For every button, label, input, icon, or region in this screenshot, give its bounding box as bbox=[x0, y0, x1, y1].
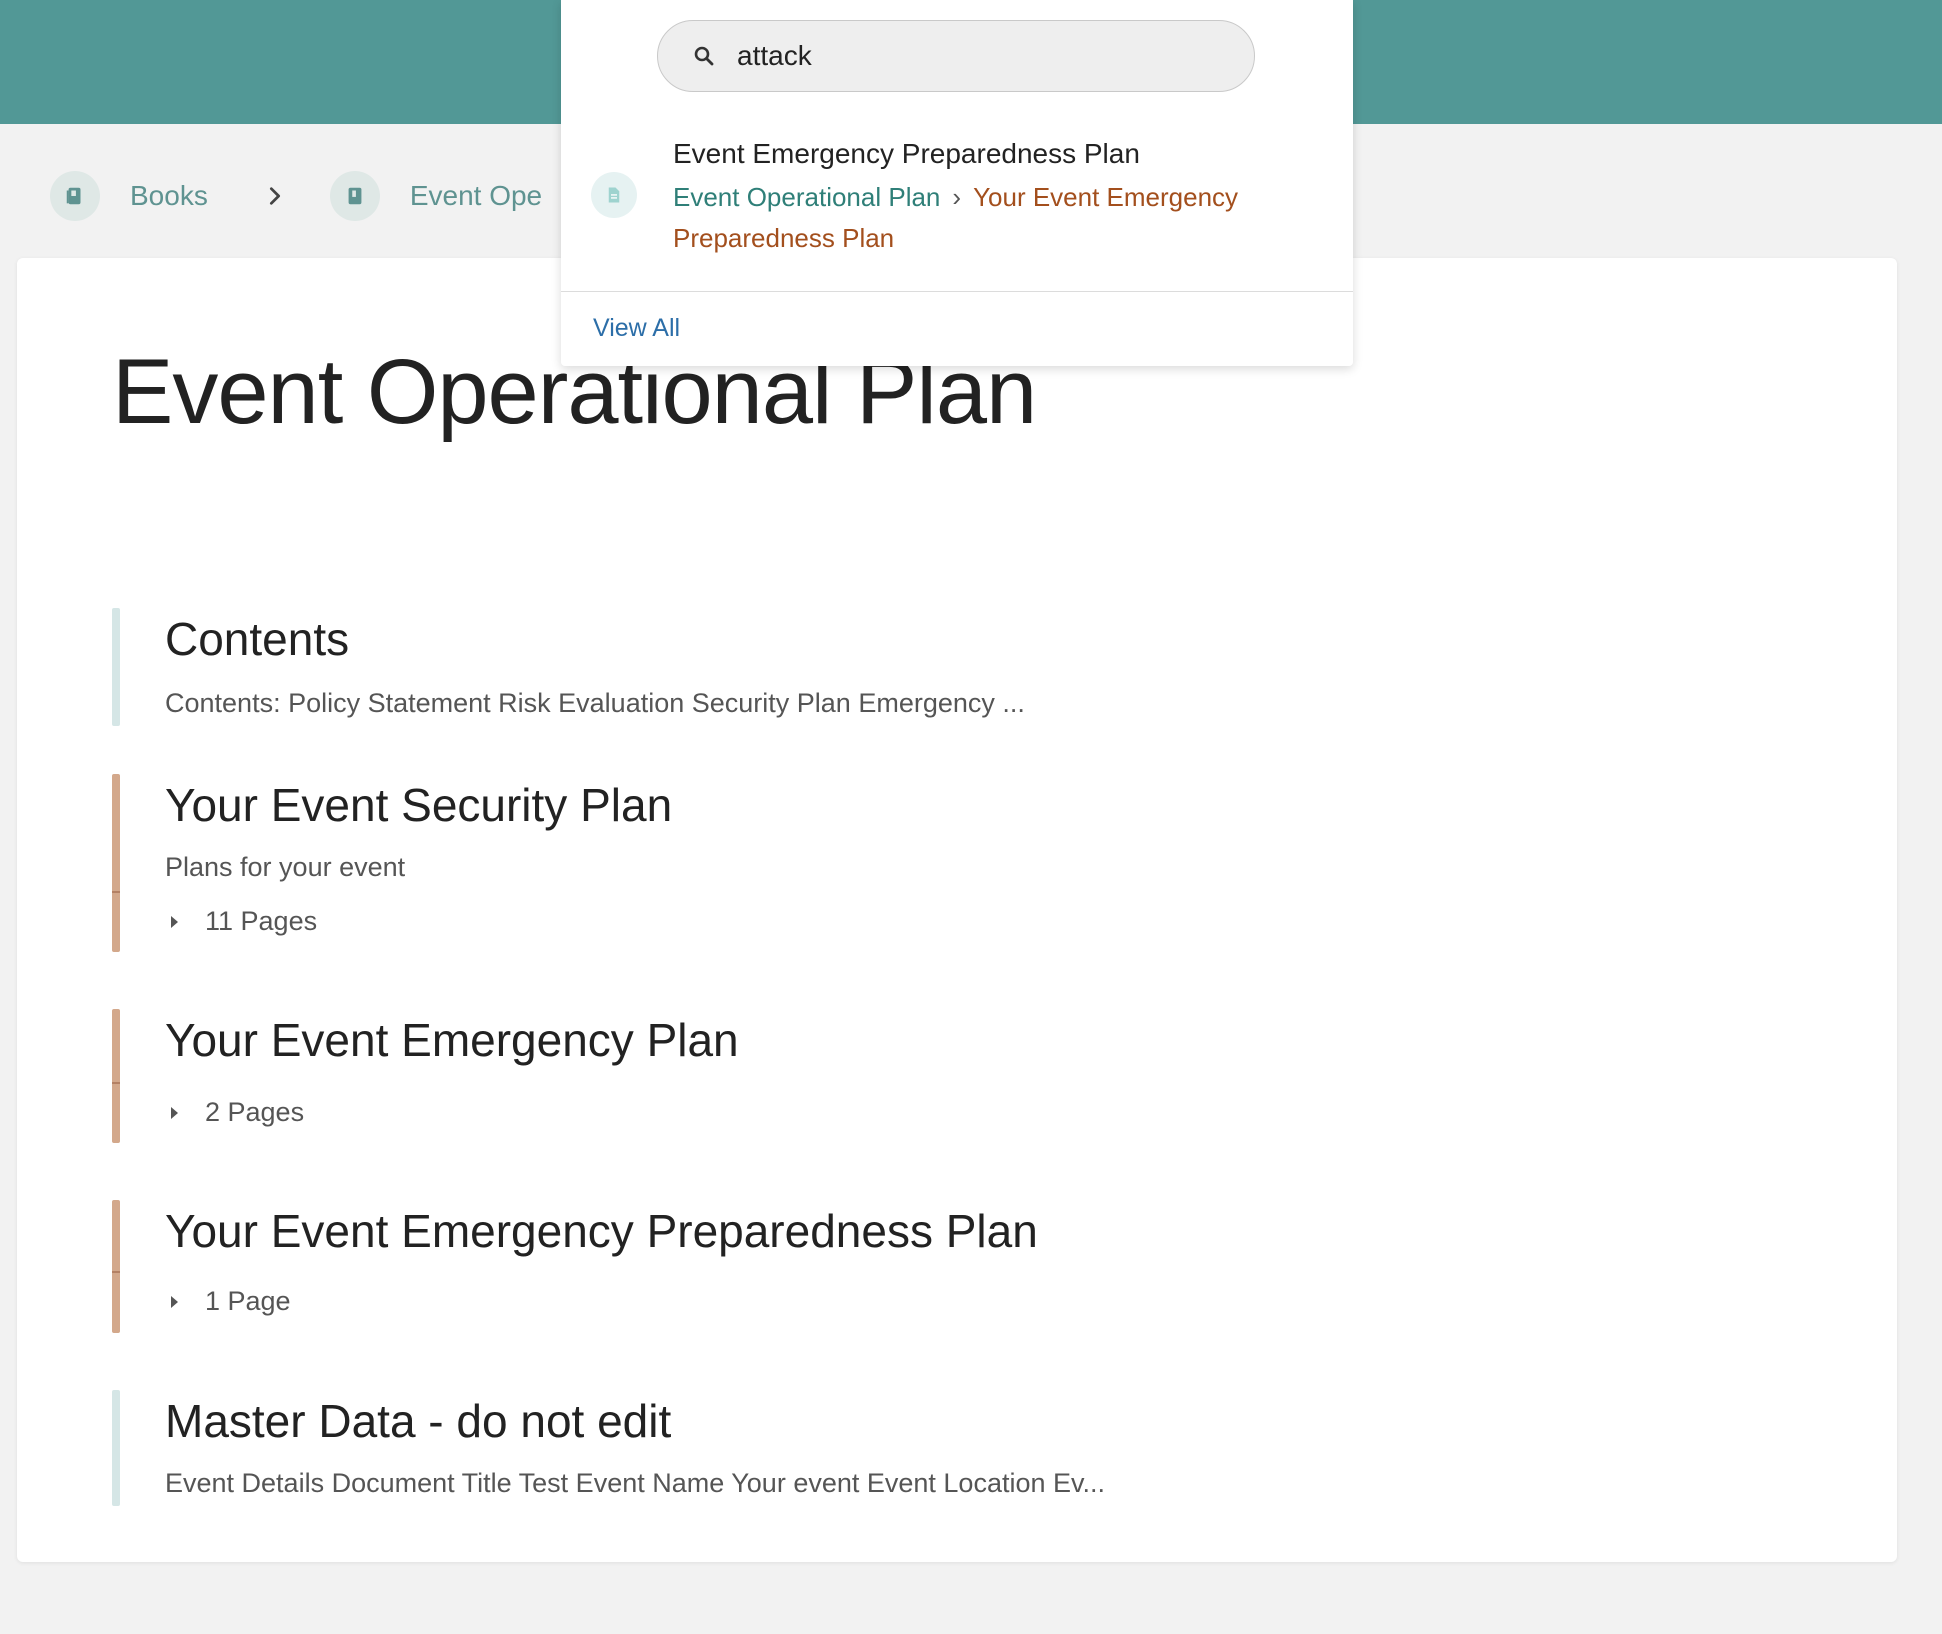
view-all-link[interactable]: View All bbox=[593, 314, 680, 343]
pages-count: 1 Page bbox=[205, 1286, 291, 1316]
entry-description: Plans for your event bbox=[165, 852, 406, 882]
book-content: Event Operational Plan Contents Contents… bbox=[17, 258, 1897, 1562]
entry-title[interactable]: Your Event Security Plan bbox=[165, 778, 672, 832]
page-accent-bar bbox=[112, 608, 120, 726]
entry-description: Event Details Document Title Test Event … bbox=[165, 1468, 1106, 1498]
search-result-breadcrumb: Event Operational Plan › Your Event Emerge… bbox=[673, 177, 1273, 259]
page-accent-bar bbox=[112, 1390, 120, 1506]
pages-toggle[interactable]: 11 Pages bbox=[165, 906, 317, 937]
pages-toggle[interactable]: 2 Pages bbox=[165, 1097, 304, 1128]
chapter-accent-bar bbox=[112, 1009, 120, 1143]
page-icon bbox=[591, 172, 637, 218]
search-input[interactable] bbox=[735, 39, 1219, 73]
chapter-entry-security-plan[interactable]: Your Event Security Plan Plans for your … bbox=[112, 774, 1812, 952]
page-entry-master-data[interactable]: Master Data - do not edit Event Details … bbox=[112, 1390, 1812, 1506]
chevron-right-icon bbox=[264, 185, 286, 207]
search-icon bbox=[691, 43, 717, 69]
entry-title[interactable]: Master Data - do not edit bbox=[165, 1394, 671, 1448]
books-icon[interactable] bbox=[50, 171, 100, 221]
entry-title[interactable]: Your Event Emergency Preparedness Plan bbox=[165, 1204, 1038, 1258]
search-result-book-link[interactable]: Event Operational Plan bbox=[673, 182, 940, 212]
pages-toggle[interactable]: 1 Page bbox=[165, 1286, 291, 1317]
divider bbox=[561, 291, 1353, 292]
chapter-entry-emergency-plan[interactable]: Your Event Emergency Plan 2 Pages bbox=[112, 1009, 1812, 1143]
chapter-accent-bar bbox=[112, 774, 120, 952]
pages-count: 11 Pages bbox=[205, 906, 318, 936]
entry-description: Contents: Policy Statement Risk Evaluati… bbox=[165, 688, 1025, 718]
breadcrumb-item-book[interactable]: Event Ope bbox=[410, 180, 542, 212]
chapter-accent-bar bbox=[112, 1200, 120, 1333]
page-entry-contents[interactable]: Contents Contents: Policy Statement Risk… bbox=[112, 608, 1812, 726]
chevron-right-icon: › bbox=[952, 182, 962, 212]
entry-title[interactable]: Contents bbox=[165, 612, 349, 666]
pages-count: 2 Pages bbox=[205, 1097, 305, 1127]
search-dropdown: Event Emergency Preparedness Plan Event … bbox=[561, 0, 1353, 366]
search-result-title[interactable]: Event Emergency Preparedness Plan bbox=[673, 138, 1140, 170]
book-icon[interactable] bbox=[329, 171, 380, 221]
caret-right-icon bbox=[171, 1295, 178, 1308]
search-box[interactable] bbox=[657, 20, 1255, 92]
caret-right-icon bbox=[171, 915, 178, 928]
caret-right-icon bbox=[171, 1106, 178, 1119]
chapter-entry-preparedness-plan[interactable]: Your Event Emergency Preparedness Plan 1… bbox=[112, 1200, 1812, 1333]
breadcrumb-item-books[interactable]: Books bbox=[130, 180, 208, 212]
entry-title[interactable]: Your Event Emergency Plan bbox=[165, 1013, 739, 1067]
breadcrumb: Books Event Ope bbox=[50, 170, 542, 222]
